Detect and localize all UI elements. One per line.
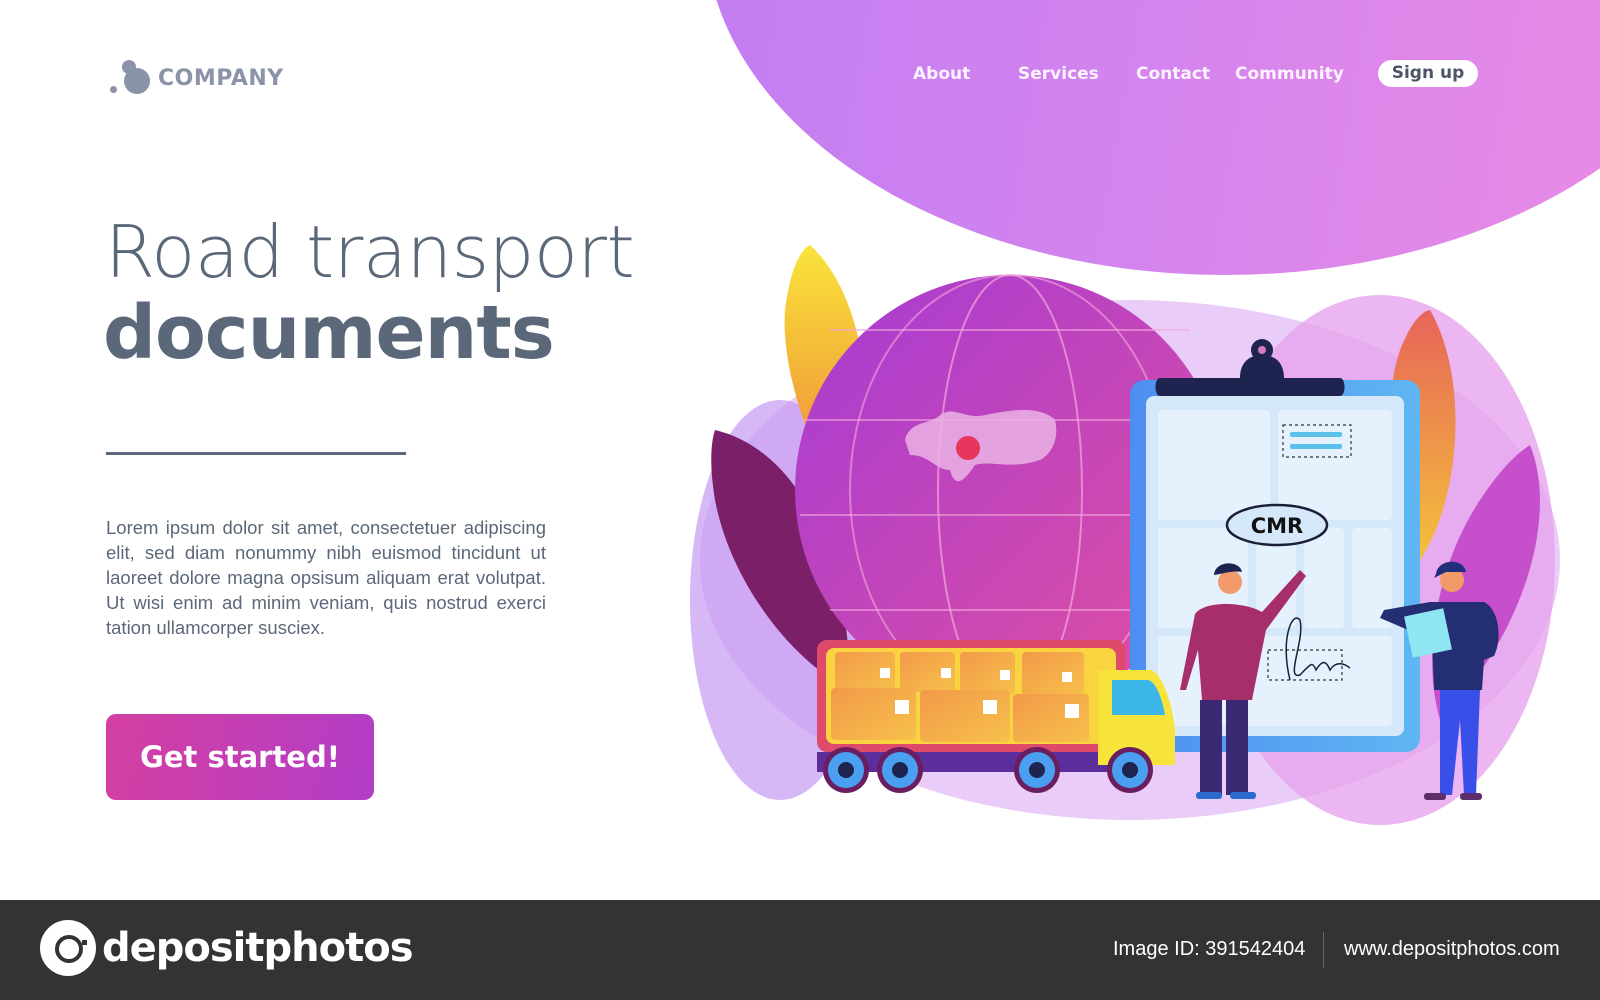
landing-page: COMPANY About Services Contact Community…: [0, 0, 1600, 900]
location-marker-icon: [956, 436, 980, 460]
cmr-label: CMR: [1251, 514, 1303, 538]
image-id-label: Image ID: 391542404: [1113, 938, 1306, 960]
camera-icon: [40, 920, 96, 976]
truck-icon: [817, 640, 1175, 793]
depositphotos-brand-text: depositphotos: [102, 925, 414, 971]
footer-separator: [1323, 932, 1324, 968]
depositphotos-logo[interactable]: depositphotos: [40, 920, 414, 976]
transport-documents-illustration: CMR: [690, 245, 1560, 825]
clipboard-icon: CMR: [1130, 339, 1420, 752]
website-link[interactable]: www.depositphotos.com: [1344, 938, 1560, 961]
